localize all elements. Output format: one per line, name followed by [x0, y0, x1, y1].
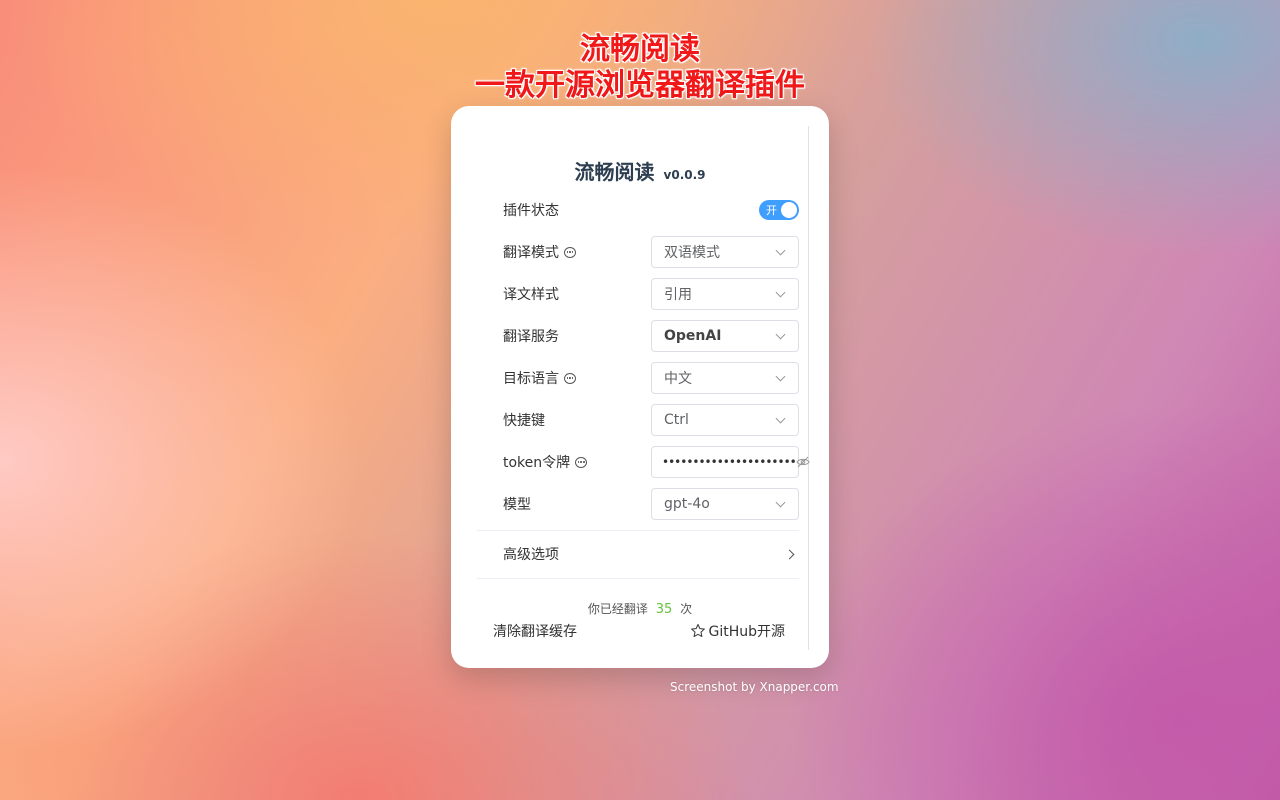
popup-title: 流畅阅读 v0.0.9 [451, 156, 829, 185]
screenshot-credit: Screenshot by Xnapper.com [670, 680, 839, 694]
row-target-language: 目标语言 中文 [503, 362, 799, 394]
translation-service-select[interactable]: OpenAI [651, 320, 799, 352]
row-translate-mode: 翻译模式 双语模式 [503, 236, 799, 268]
model-label: 模型 [503, 497, 531, 513]
chevron-down-icon [775, 413, 786, 423]
plugin-status-toggle[interactable]: 开 [759, 200, 799, 220]
star-icon [691, 623, 706, 638]
row-token: token令牌 •••••••••••••••••••••• [503, 446, 810, 478]
chevron-right-icon [784, 549, 795, 559]
stats-suffix: 次 [680, 602, 693, 616]
target-language-text: 目标语言 [503, 371, 559, 387]
stats-count: 35 [655, 602, 673, 617]
github-link[interactable]: GitHub开源 [690, 621, 785, 641]
shortcut-key-value: Ctrl [664, 412, 689, 428]
advanced-options-label: 高级选项 [503, 547, 559, 563]
row-shortcut-key: 快捷键 Ctrl [503, 404, 799, 436]
translation-service-value: OpenAI [664, 328, 722, 344]
translate-mode-value: 双语模式 [664, 245, 720, 261]
version-label: v0.0.9 [663, 168, 706, 182]
toggle-knob [781, 202, 797, 218]
row-translation-style: 译文样式 引用 [503, 278, 799, 310]
chevron-down-icon [775, 497, 786, 507]
stats-prefix: 你已经翻译 [587, 602, 648, 616]
row-plugin-status: 插件状态 开 [503, 194, 799, 226]
chevron-down-icon [775, 329, 786, 339]
target-language-select[interactable]: 中文 [651, 362, 799, 394]
hint-icon[interactable] [575, 456, 588, 468]
translate-mode-text: 翻译模式 [503, 245, 559, 261]
divider [477, 530, 799, 531]
translation-service-label: 翻译服务 [503, 329, 559, 345]
plugin-status-label: 插件状态 [503, 203, 559, 219]
target-language-value: 中文 [664, 371, 692, 387]
model-select[interactable]: gpt-4o [651, 488, 799, 520]
translation-style-value: 引用 [664, 287, 692, 303]
extension-popup: 流畅阅读 v0.0.9 插件状态 开 翻译模式 双语模式 译文样式 引用 翻译服… [451, 106, 829, 668]
translate-mode-label: 翻译模式 [503, 242, 576, 262]
divider [477, 578, 799, 579]
clear-cache-button[interactable]: 清除翻译缓存 [493, 621, 577, 641]
translate-mode-select[interactable]: 双语模式 [651, 236, 799, 268]
row-translation-service: 翻译服务 OpenAI [503, 320, 799, 352]
chevron-down-icon [775, 287, 786, 297]
advanced-options-item[interactable]: 高级选项 [503, 544, 795, 564]
model-value: gpt-4o [664, 496, 710, 512]
popup-footer: 清除翻译缓存 GitHub开源 [493, 620, 785, 642]
headline-subtitle: 一款开源浏览器翻译插件 [475, 68, 805, 103]
translation-style-select[interactable]: 引用 [651, 278, 799, 310]
chevron-down-icon [775, 371, 786, 381]
shortcut-key-label: 快捷键 [503, 413, 545, 429]
token-value: •••••••••••••••••••••• [662, 455, 797, 469]
eye-off-icon[interactable] [796, 455, 810, 469]
scrollbar[interactable] [808, 126, 809, 650]
token-input[interactable]: •••••••••••••••••••••• [651, 446, 810, 478]
chevron-down-icon [775, 245, 786, 255]
app-name: 流畅阅读 [574, 160, 655, 184]
shortcut-key-select[interactable]: Ctrl [651, 404, 799, 436]
target-language-label: 目标语言 [503, 368, 576, 388]
token-text: token令牌 [503, 455, 571, 471]
hint-icon[interactable] [564, 372, 576, 384]
token-label: token令牌 [503, 452, 588, 472]
row-model: 模型 gpt-4o [503, 488, 799, 520]
toggle-text: 开 [766, 204, 777, 217]
github-label: GitHub开源 [708, 624, 785, 640]
hint-icon[interactable] [564, 246, 576, 258]
translation-stats: 你已经翻译 35 次 [451, 600, 829, 617]
translation-style-label: 译文样式 [503, 287, 559, 303]
